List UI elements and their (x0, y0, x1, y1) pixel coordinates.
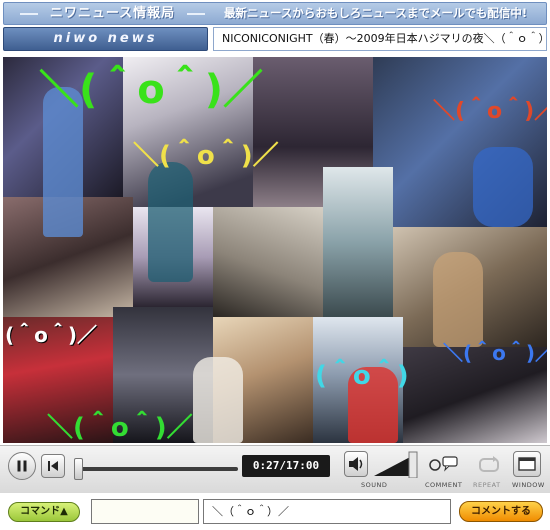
repeat-icon (479, 456, 499, 472)
overlay-comment: ＼(＾o＾)／ (133, 141, 279, 171)
submit-comment-button[interactable]: コメントする (459, 501, 543, 522)
repeat-button[interactable] (475, 452, 503, 478)
site-logo-top[interactable]: ニワニュース情報局 (20, 5, 205, 22)
header: ニワニュース情報局 最新ニュースからおもしろニュースまでメールでも配信中! ni… (0, 0, 550, 56)
comment-toggle-button[interactable] (426, 451, 462, 479)
time-display: 0:27/17:00 (242, 455, 330, 477)
speaker-icon (349, 457, 363, 471)
window-label: WINDOW (512, 481, 545, 489)
overlay-comment: ＼(＾o＾)／ (443, 341, 547, 365)
photo-tile (323, 167, 393, 317)
window-button[interactable] (513, 451, 541, 477)
person-figure (473, 147, 533, 227)
seek-handle[interactable] (74, 458, 84, 480)
overlay-comment: ＼(＾o＾)／ (47, 413, 193, 443)
comment-icon (429, 456, 458, 472)
person-figure (433, 252, 483, 347)
person-figure (193, 357, 243, 443)
command-input[interactable] (91, 499, 199, 524)
header-row: niwo news NICONICONIGHT（春）～2009年日本ハジマリの夜… (3, 27, 547, 51)
header-banner: ニワニュース情報局 最新ニュースからおもしろニュースまでメールでも配信中! (3, 2, 547, 25)
pause-icon (17, 460, 27, 472)
header-tagline[interactable]: 最新ニュースからおもしろニュースまでメールでも配信中! (224, 5, 544, 22)
video-title: NICONICONIGHT（春）～2009年日本ハジマリの夜＼（＾ｏ＾）／～ (213, 27, 547, 51)
overlay-comment: ＼(＾o＾)／ (39, 67, 264, 113)
comment-input[interactable]: ＼（＾ｏ＾）／ (203, 499, 451, 524)
rewind-to-start-button[interactable] (41, 454, 65, 478)
skip-back-icon (48, 461, 58, 471)
photo-tile (213, 207, 323, 317)
comment-bar: コマンド▲ ＼（＾ｏ＾）／ コメントする (0, 493, 550, 530)
window-icon (518, 457, 536, 471)
video-frame[interactable]: ＼(＾o＾)／ ＼(＾o＾)／ ＼(＾o＾)／ (＾o＾)／ ＼(＾o＾)／ (… (3, 57, 547, 443)
overlay-comment: (＾o＾) (315, 361, 409, 391)
person-figure (148, 162, 193, 282)
sound-button[interactable] (344, 451, 368, 477)
site-logo-bottom[interactable]: niwo news (3, 27, 208, 51)
repeat-label: REPEAT (473, 481, 501, 489)
volume-slider[interactable] (372, 450, 418, 478)
volume-handle[interactable] (408, 451, 418, 478)
comment-label: COMMENT (425, 481, 463, 489)
overlay-comment: ＼(＾o＾)／ (433, 99, 547, 124)
pause-button[interactable] (8, 452, 36, 480)
command-button[interactable]: コマンド▲ (8, 502, 80, 522)
sound-label: SOUND (361, 481, 388, 489)
seek-bar[interactable] (74, 467, 238, 471)
overlay-comment: (＾o＾)／ (5, 323, 98, 347)
